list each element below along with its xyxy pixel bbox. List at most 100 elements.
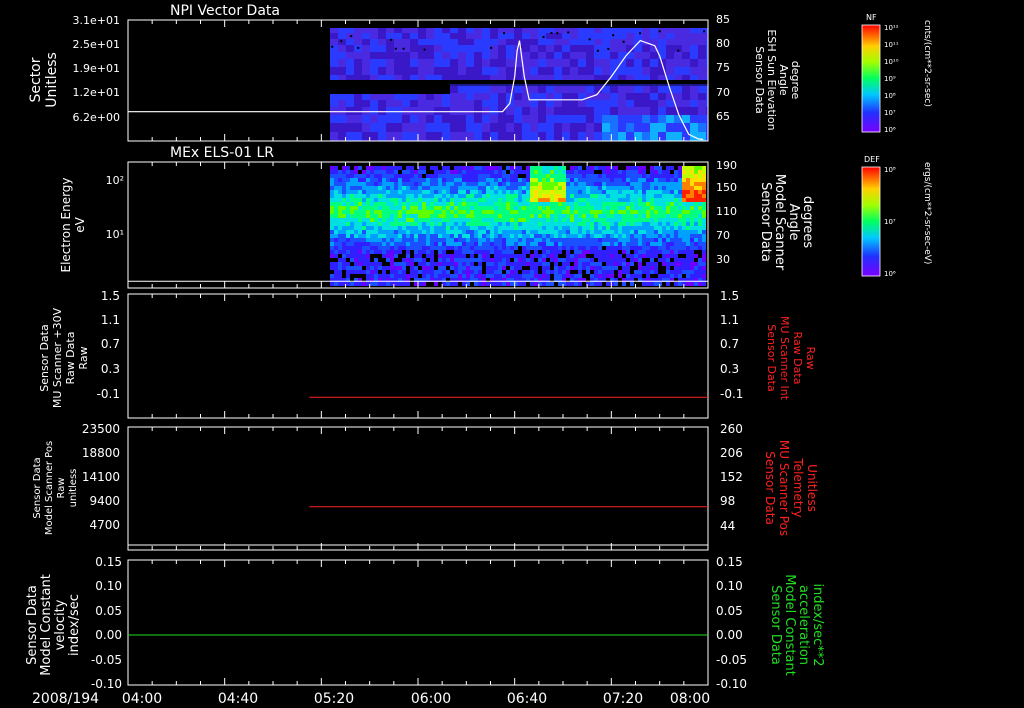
spectrogram-cell <box>566 254 570 258</box>
spectrogram-cell <box>626 86 634 93</box>
spectrogram-cell <box>654 202 658 206</box>
spectrogram-cell <box>598 266 602 270</box>
spectrogram-cell <box>506 230 510 234</box>
spectrogram-cell <box>574 174 578 178</box>
spectrogram-cell <box>602 198 606 202</box>
spectrogram-cell <box>442 206 446 210</box>
spectrogram-cell <box>554 166 558 170</box>
spectrogram-cell <box>518 238 522 242</box>
spectrogram-cell <box>490 214 494 218</box>
spectrogram-cell <box>574 254 578 258</box>
spectrogram-cell <box>526 258 530 262</box>
spectrogram-cell <box>566 174 570 178</box>
spectrogram-cell <box>646 210 650 214</box>
spectrogram-cell <box>598 226 602 230</box>
spectrogram-cell <box>458 258 462 262</box>
spectrogram-cell <box>570 100 578 107</box>
spectrogram-cell <box>338 242 342 246</box>
spectrogram-cell <box>654 214 658 218</box>
spectrogram-cell <box>702 274 706 278</box>
spectrogram-cell <box>366 266 370 270</box>
spectrogram-cell <box>686 170 690 174</box>
spectrogram-cell <box>602 274 606 278</box>
spectrogram-cell <box>582 258 586 262</box>
spectrogram-cell <box>562 266 566 270</box>
spectrogram-cell <box>422 210 426 214</box>
spectrogram-cell <box>450 246 454 250</box>
axis-label-line: degrees <box>800 196 815 249</box>
spectrogram-cell <box>378 194 382 198</box>
spectrogram-cell <box>630 262 634 266</box>
spectrogram-cell <box>338 202 342 206</box>
spectrogram-cell <box>582 214 586 218</box>
spectrogram-cell <box>574 230 578 234</box>
spectrogram-cell <box>586 214 590 218</box>
spectrogram-cell <box>538 39 546 45</box>
spectrogram-cell <box>374 222 378 226</box>
spectrogram-cell <box>482 178 486 182</box>
spectrogram-cell <box>678 282 682 286</box>
spectrogram-cell <box>418 107 426 115</box>
spectrogram-cell <box>622 214 626 218</box>
spectrogram-cell <box>486 194 490 198</box>
spectrogram-cell <box>486 262 490 266</box>
spectrogram-cell <box>642 86 650 93</box>
spectrogram-cell <box>614 182 618 186</box>
spectrogram-cell <box>398 222 402 226</box>
spectrogram-cell <box>586 100 594 107</box>
spectrogram-cell <box>406 226 410 230</box>
spectrogram-cell <box>450 170 454 174</box>
spectrogram-cell <box>418 115 426 123</box>
spectrogram-cell <box>638 170 642 174</box>
spectrogram-cell <box>578 226 582 230</box>
spectrogram-cell <box>374 242 378 246</box>
spectrogram-cell <box>474 86 482 93</box>
spectrogram-cell <box>546 206 550 210</box>
spectrogram-cell <box>606 274 610 278</box>
spectrogram-cell <box>382 218 386 222</box>
spectrogram-cell <box>558 186 562 190</box>
spectrogram-cell <box>522 274 526 278</box>
spectrogram-cell <box>538 254 542 258</box>
spectrogram-cell <box>566 214 570 218</box>
spectrogram-cell <box>350 246 354 250</box>
spectrogram-cell <box>502 246 506 250</box>
spectrogram-cell <box>534 270 538 274</box>
spectrogram-cell <box>578 266 582 270</box>
spectrogram-cell <box>430 206 434 210</box>
spectrogram-cell <box>686 190 690 194</box>
spectrogram-cell <box>330 214 334 218</box>
spectrogram-cell <box>682 170 686 174</box>
spectrogram-cell <box>358 178 362 182</box>
spectrogram-cell <box>394 166 398 170</box>
spectrogram-cell <box>430 226 434 230</box>
spectrogram-cell <box>634 238 638 242</box>
spectrogram-cell <box>554 93 562 100</box>
spectrogram-cell <box>690 274 694 278</box>
spectrogram-cell <box>390 202 394 206</box>
spectrogram-cell <box>634 250 638 254</box>
spectrogram-cell <box>354 262 358 266</box>
spectrogram-cell <box>446 194 450 198</box>
spectrogram-cell <box>586 210 590 214</box>
spectrogram-cell <box>418 132 426 141</box>
spectrogram-els <box>330 166 706 286</box>
spectrogram-cell <box>482 214 486 218</box>
spectrogram-cell <box>330 194 334 198</box>
spectrogram-cell <box>434 214 438 218</box>
spectrogram-cell <box>622 170 626 174</box>
spectrogram-cell <box>562 226 566 230</box>
spectrogram-cell <box>510 206 514 210</box>
spectrogram-cell <box>698 234 702 238</box>
spectrogram-cell <box>386 190 390 194</box>
spectrogram-cell <box>482 100 490 107</box>
spectrogram-cell <box>586 107 594 115</box>
spectrogram-cell <box>454 282 458 286</box>
spectrogram-cell <box>538 52 546 59</box>
spectrogram-cell <box>602 59 610 67</box>
spectrogram-cell <box>534 194 538 198</box>
spectrogram-cell <box>386 226 390 230</box>
spectrogram-cell <box>450 115 458 123</box>
spectrogram-cell <box>466 190 470 194</box>
spectrogram-cell <box>502 170 506 174</box>
